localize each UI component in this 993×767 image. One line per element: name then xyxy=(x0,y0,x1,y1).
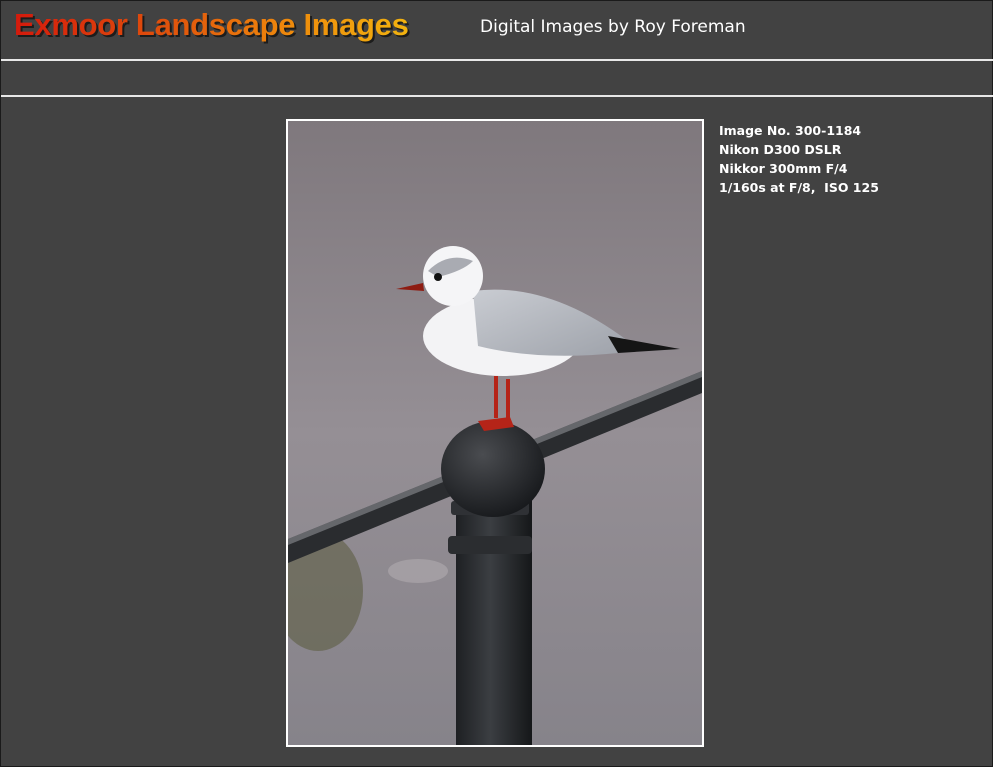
site-title[interactable]: Exmoor Landscape Images xyxy=(14,7,409,43)
nav-divider xyxy=(1,95,993,97)
header-divider xyxy=(1,59,993,61)
image-details: Image No. 300-1184 Nikon D300 DSLR Nikko… xyxy=(719,121,879,197)
site-header: Exmoor Landscape Images Exmoor Landscape… xyxy=(1,1,993,59)
photo-illustration xyxy=(288,121,702,745)
camera-model: Nikon D300 DSLR xyxy=(719,142,842,157)
gull-on-railing-photo xyxy=(286,119,704,747)
site-tagline: Digital Images by Roy Foreman xyxy=(480,17,746,37)
page-frame: Exmoor Landscape Images Exmoor Landscape… xyxy=(0,0,993,767)
lens-model: Nikkor 300mm F/4 xyxy=(719,161,848,176)
image-number: Image No. 300-1184 xyxy=(719,123,862,138)
exposure-settings: 1/160s at F/8, ISO 125 xyxy=(719,180,879,195)
